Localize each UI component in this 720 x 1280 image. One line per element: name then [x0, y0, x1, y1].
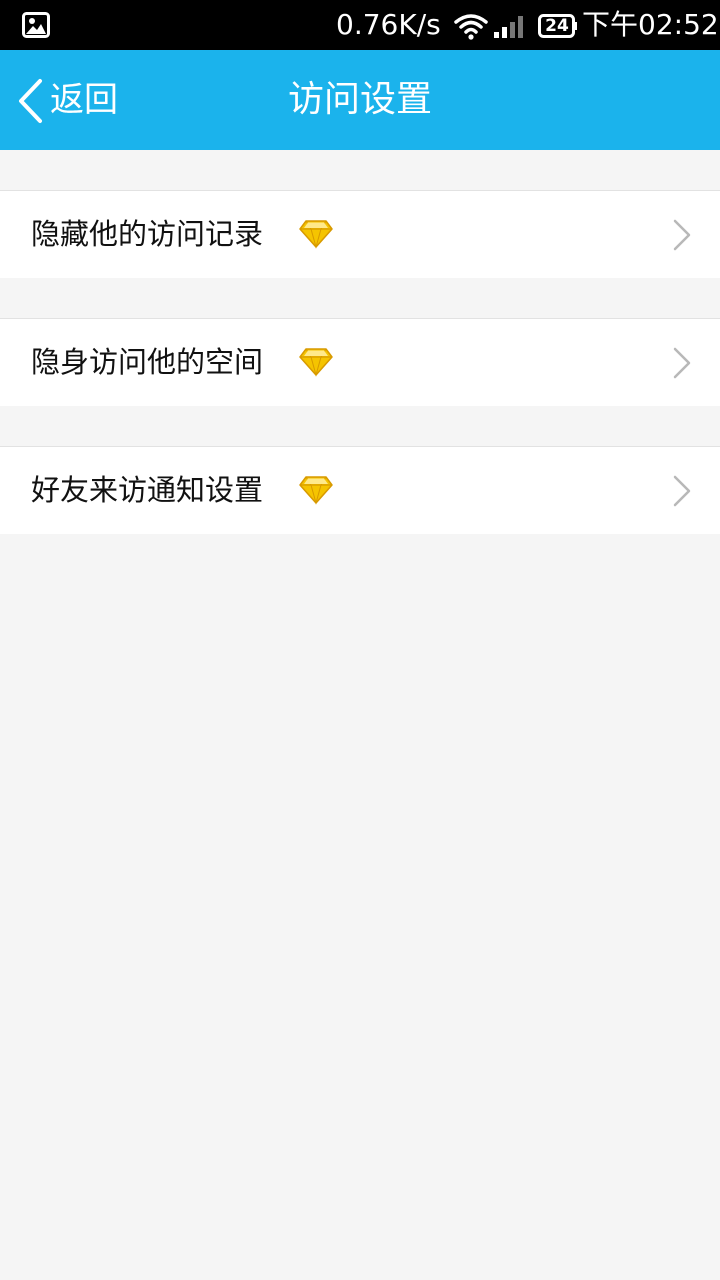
back-button[interactable]: 返回 [10, 70, 130, 130]
signal-strength-icon [494, 16, 523, 38]
settings-item-label: 隐藏他的访问记录 [31, 217, 264, 251]
status-time: 下午02:52 [582, 8, 719, 41]
chevron-right-icon [673, 347, 691, 379]
diamond-icon [299, 348, 333, 377]
diamond-icon [299, 476, 333, 505]
header-bar: 访问设置 返回 [0, 50, 720, 150]
chevron-right-icon [673, 475, 691, 507]
wifi-icon [454, 14, 488, 40]
battery-level: 24 [545, 16, 569, 36]
chevron-left-icon [19, 79, 42, 123]
settings-item-label: 好友来访通知设置 [31, 473, 264, 507]
settings-item-friend-visit-notification[interactable]: 好友来访通知设置 [0, 446, 720, 534]
network-speed: 0.76K/s [336, 8, 441, 41]
settings-item-invisible-visit[interactable]: 隐身访问他的空间 [0, 318, 720, 406]
chevron-right-icon [673, 219, 691, 251]
settings-item-label: 隐身访问他的空间 [31, 345, 264, 379]
status-bar: 0.76K/s 24 下午02:52 [0, 0, 720, 50]
settings-item-hide-visit-record[interactable]: 隐藏他的访问记录 [0, 190, 720, 278]
diamond-icon [299, 220, 333, 249]
back-label: 返回 [50, 80, 118, 120]
image-notification-icon [22, 12, 50, 38]
